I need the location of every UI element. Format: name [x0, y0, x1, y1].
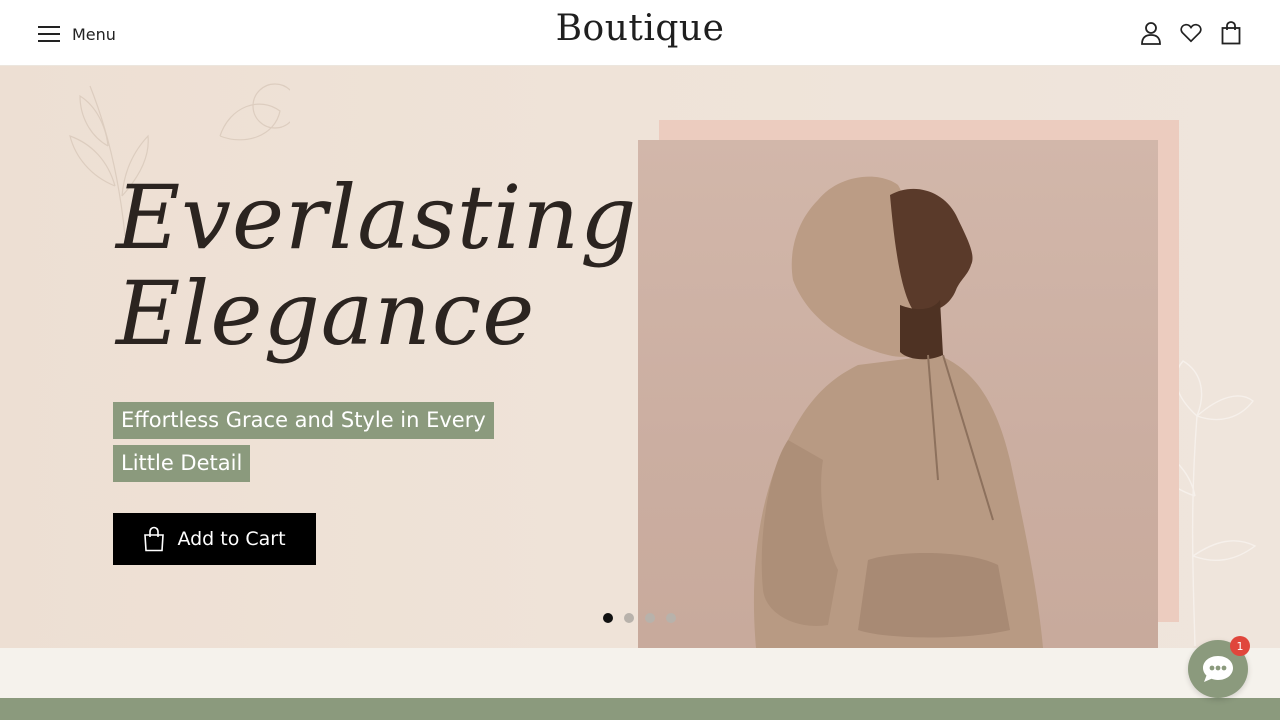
carousel-dot-1[interactable] [603, 613, 613, 623]
model-hoodie-illustration [753, 176, 1043, 648]
footer-band [0, 698, 1280, 720]
hero-title-line: Everlasting [116, 166, 638, 269]
notification-badge: 1 [1230, 636, 1250, 656]
shopping-bag-icon [144, 526, 165, 552]
header-actions [1140, 20, 1242, 46]
hero-subtitle-line: Little Detail [113, 445, 251, 482]
hero-subtitle-line: Effortless Grace and Style in Every [113, 402, 494, 439]
hero-image [638, 140, 1158, 648]
add-to-cart-button[interactable]: Add to Cart [113, 513, 316, 565]
brand-logo[interactable]: Boutique [0, 8, 1280, 49]
hero-title: Everlasting Elegance [116, 170, 637, 362]
hero-title-line: Elegance [116, 262, 536, 365]
menu-button[interactable]: Menu [38, 20, 116, 48]
heart-icon[interactable] [1180, 20, 1202, 46]
menu-label: Menu [72, 24, 116, 44]
hamburger-icon [38, 26, 60, 42]
hero-banner: Everlasting Elegance Effortless Grace an… [0, 66, 1280, 648]
add-to-cart-label: Add to Cart [177, 528, 286, 550]
section-divider [0, 648, 1280, 698]
user-icon[interactable] [1140, 20, 1162, 46]
shopping-bag-icon[interactable] [1220, 20, 1242, 46]
carousel-dots [603, 613, 676, 623]
carousel-dot-4[interactable] [666, 613, 676, 623]
chat-bubble-icon [1203, 656, 1233, 682]
carousel-dot-2[interactable] [624, 613, 634, 623]
site-header: Menu Boutique [0, 0, 1280, 66]
carousel-dot-3[interactable] [645, 613, 655, 623]
hero-subtitle: Effortless Grace and Style in Every Litt… [113, 402, 513, 488]
